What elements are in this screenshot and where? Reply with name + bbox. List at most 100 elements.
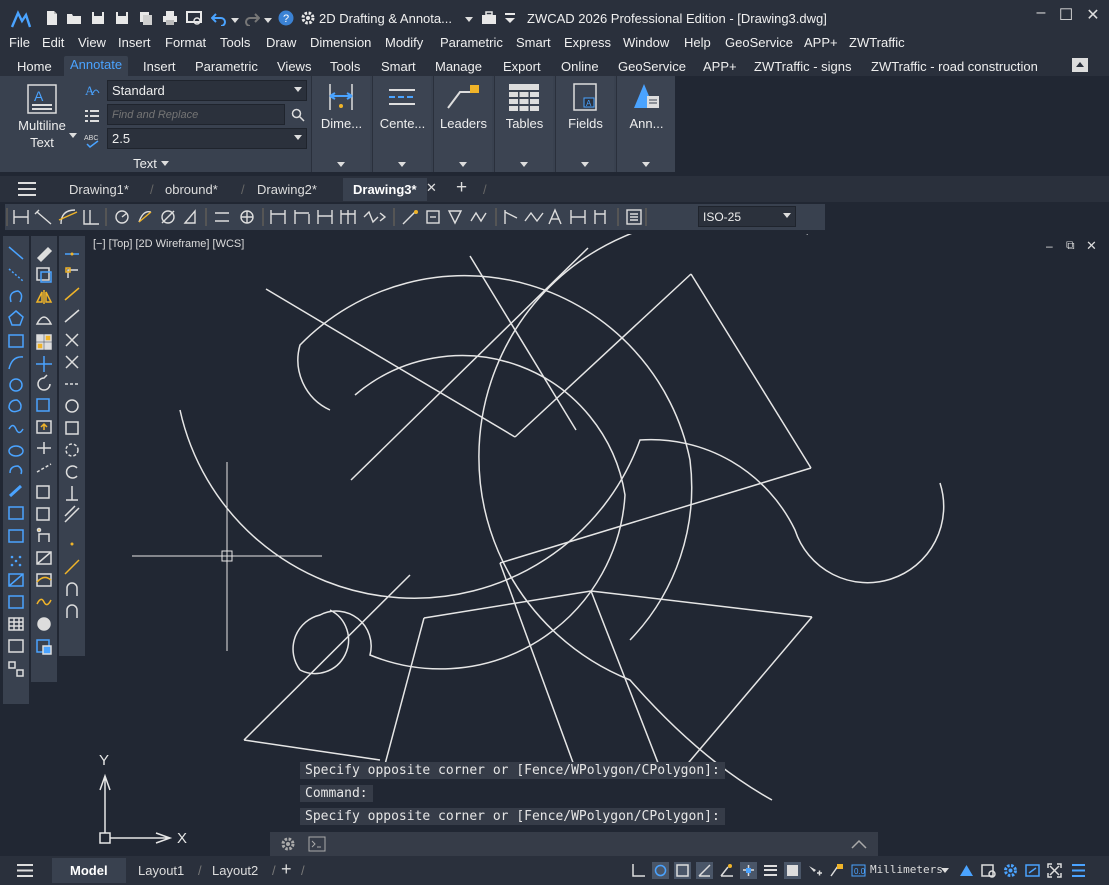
tab-insert[interactable]: Insert <box>143 59 176 74</box>
menu-tools[interactable]: Tools <box>220 35 250 50</box>
doc-tab-drawing2[interactable]: Drawing2* <box>257 182 317 197</box>
menu-edit[interactable]: Edit <box>42 35 64 50</box>
menu-help[interactable]: Help <box>684 35 711 50</box>
command-input-bar[interactable] <box>270 832 878 856</box>
app-logo-icon[interactable] <box>10 9 32 29</box>
osnap-tool-icons[interactable] <box>62 244 82 644</box>
undo-dropdown-icon[interactable] <box>231 18 239 23</box>
menu-smart[interactable]: Smart <box>516 35 551 50</box>
selection-cycling-icon[interactable] <box>806 862 823 879</box>
tab-annotate[interactable]: Annotate <box>64 56 129 76</box>
menu-window[interactable]: Window <box>623 35 669 50</box>
dimension-label[interactable]: Dime... <box>312 116 371 131</box>
menu-file[interactable]: File <box>9 35 30 50</box>
doc-tab-drawing1[interactable]: Drawing1* <box>69 182 129 197</box>
toolbox-icon[interactable] <box>481 10 497 26</box>
tab-app-plus[interactable]: APP+ <box>703 59 737 74</box>
doc-tab-drawing3[interactable]: Drawing3* <box>343 178 427 201</box>
dimension-tool-icons[interactable] <box>5 204 695 230</box>
text-style-select[interactable]: Standard <box>107 80 307 101</box>
tab-export[interactable]: Export <box>503 59 541 74</box>
doc-tab-obround[interactable]: obround* <box>165 182 218 197</box>
tab-zwtraffic-signs[interactable]: ZWTraffic - signs <box>754 59 852 74</box>
annotation-scaling-panel[interactable]: Ann... <box>616 76 675 172</box>
open-folder-icon[interactable] <box>66 10 82 26</box>
viewport-close-icon[interactable]: ✕ <box>1086 238 1097 254</box>
field-icon[interactable]: A <box>570 82 600 112</box>
tab-geoservice[interactable]: GeoService <box>618 59 686 74</box>
fullscreen-icon[interactable] <box>1046 862 1063 879</box>
chevron-up-icon[interactable] <box>850 837 868 851</box>
viewport-restore-icon[interactable]: ⧉ <box>1066 238 1075 253</box>
table-icon[interactable] <box>508 82 540 112</box>
tables-panel[interactable]: Tables <box>494 76 553 172</box>
layout-tab-model[interactable]: Model <box>52 858 126 883</box>
workspace-select[interactable]: 2D Drafting & Annota... <box>319 11 452 26</box>
customization-menu-icon[interactable] <box>1070 862 1087 879</box>
workspace-dropdown-icon[interactable] <box>465 17 473 22</box>
tab-smart[interactable]: Smart <box>381 59 416 74</box>
menu-view[interactable]: View <box>78 35 106 50</box>
coordinates-icon[interactable] <box>630 862 647 879</box>
layout-menu-icon[interactable] <box>17 864 33 877</box>
save-as-icon[interactable] <box>114 10 130 26</box>
redo-dropdown-icon[interactable] <box>264 18 272 23</box>
polar-tracking-icon[interactable] <box>718 862 735 879</box>
add-layout-icon[interactable]: + <box>281 859 292 880</box>
ortho-icon[interactable] <box>696 862 713 879</box>
draw-tool-icons[interactable] <box>6 244 26 694</box>
menu-dimension[interactable]: Dimension <box>310 35 371 50</box>
menu-draw[interactable]: Draw <box>266 35 296 50</box>
text-panel-expand-icon[interactable] <box>161 161 169 166</box>
menu-insert[interactable]: Insert <box>118 35 151 50</box>
viewport-label[interactable]: [−] [Top] [2D Wireframe] [WCS] <box>93 238 244 250</box>
centermark-label[interactable]: Cente... <box>373 116 432 131</box>
annotation-expand-icon[interactable] <box>642 162 650 167</box>
tables-expand-icon[interactable] <box>520 162 528 167</box>
copy-icon[interactable] <box>138 10 154 26</box>
quick-properties-icon[interactable] <box>980 862 997 879</box>
units-icon[interactable]: 0.0 <box>850 862 867 879</box>
tab-tools[interactable]: Tools <box>330 59 360 74</box>
multiline-text-icon[interactable]: A <box>27 84 57 114</box>
help-icon[interactable]: ? <box>278 10 294 26</box>
object-snap-icon[interactable] <box>740 862 757 879</box>
tab-online[interactable]: Online <box>561 59 599 74</box>
fields-label[interactable]: Fields <box>556 116 615 131</box>
leader-icon[interactable] <box>446 82 480 112</box>
fields-panel[interactable]: A Fields <box>555 76 614 172</box>
layout-tab-layout1[interactable]: Layout1 <box>138 863 184 878</box>
tab-views[interactable]: Views <box>277 59 311 74</box>
maximize-icon[interactable]: ☐ <box>1051 5 1081 27</box>
settings-gear-icon[interactable] <box>1002 862 1019 879</box>
transparency-icon[interactable] <box>784 862 801 879</box>
dim-style-select[interactable]: ISO-25 <box>698 206 796 227</box>
text-height-select[interactable]: 2.5 <box>107 128 307 149</box>
multiline-text-label-2[interactable]: Text <box>12 135 72 150</box>
units-select[interactable]: Millimeters <box>870 863 943 876</box>
menu-geoservice[interactable]: GeoService <box>725 35 793 50</box>
multiline-text-dropdown-icon[interactable] <box>69 133 77 138</box>
close-tab-icon[interactable]: ✕ <box>426 180 437 196</box>
layout-tab-layout2[interactable]: Layout2 <box>212 863 258 878</box>
gear-icon[interactable] <box>300 10 316 26</box>
ribbon-minimize-icon[interactable] <box>1072 58 1088 72</box>
hamburger-menu-icon[interactable] <box>18 182 36 196</box>
print-icon[interactable] <box>162 10 178 26</box>
units-dropdown-icon[interactable] <box>941 868 949 873</box>
dimension-icon[interactable] <box>326 82 356 112</box>
leaders-expand-icon[interactable] <box>459 162 467 167</box>
search-icon[interactable] <box>291 108 305 122</box>
plot-preview-icon[interactable] <box>186 10 202 26</box>
menu-zwtraffic[interactable]: ZWTraffic <box>849 35 905 50</box>
centermark-expand-icon[interactable] <box>398 162 406 167</box>
tab-home[interactable]: Home <box>17 59 52 74</box>
leaders-label[interactable]: Leaders <box>434 116 493 131</box>
find-replace-input[interactable] <box>107 104 285 125</box>
lineweight-icon[interactable] <box>762 862 779 879</box>
tab-parametric[interactable]: Parametric <box>195 59 258 74</box>
menu-express[interactable]: Express <box>564 35 611 50</box>
viewport-minimize-icon[interactable]: – <box>1046 239 1053 253</box>
isolate-objects-icon[interactable] <box>1024 862 1041 879</box>
command-prompt-icon[interactable] <box>308 836 326 852</box>
